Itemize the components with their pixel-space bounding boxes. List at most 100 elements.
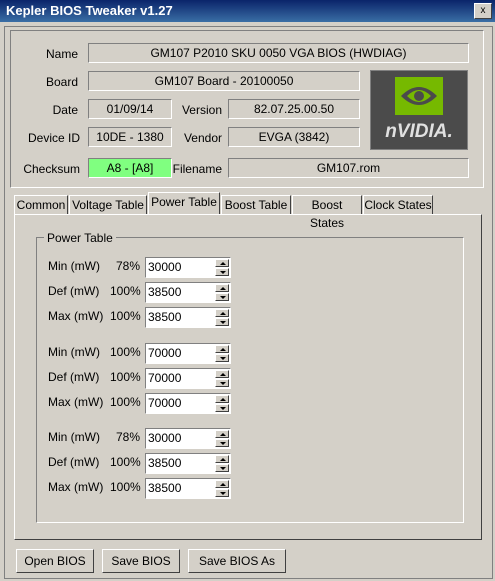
row-percent: 100% [110, 345, 141, 359]
power-value-input[interactable]: 70000 [148, 371, 181, 385]
row-label: Max (mW) [48, 480, 104, 494]
spin-down-icon[interactable] [215, 379, 229, 387]
row-label: Max (mW) [48, 309, 104, 323]
tab-boost-table[interactable]: Boost Table [221, 195, 291, 214]
spinner-buttons [215, 345, 229, 362]
power-value-input[interactable]: 70000 [148, 396, 181, 410]
row-percent: 100% [110, 395, 141, 409]
power-value-spinbox[interactable]: 38500 [145, 307, 231, 328]
power-value-spinbox[interactable]: 38500 [145, 478, 231, 499]
row-label: Min (mW) [48, 345, 100, 359]
board-field: GM107 Board - 20100050 [88, 71, 360, 91]
spinner-buttons [215, 284, 229, 301]
row-label: Def (mW) [48, 455, 100, 469]
power-value-input[interactable]: 38500 [148, 481, 181, 495]
spin-down-icon[interactable] [215, 268, 229, 276]
open-bios-button[interactable]: Open BIOS [16, 549, 94, 573]
spinner-buttons [215, 309, 229, 326]
spin-down-icon[interactable] [215, 439, 229, 447]
window-title: Kepler BIOS Tweaker v1.27 [6, 3, 173, 18]
spin-up-icon[interactable] [215, 480, 229, 488]
spinner-buttons [215, 455, 229, 472]
power-table-row: Max (mW) 100% 38500 [0, 478, 495, 499]
name-field: GM107 P2010 SKU 0050 VGA BIOS (HWDIAG) [88, 43, 469, 63]
power-value-spinbox[interactable]: 30000 [145, 428, 231, 449]
tab-clock-states[interactable]: Clock States [363, 195, 433, 214]
power-value-input[interactable]: 38500 [148, 456, 181, 470]
spin-down-icon[interactable] [215, 489, 229, 497]
version-field: 82.07.25.00.50 [228, 99, 360, 119]
spin-down-icon[interactable] [215, 293, 229, 301]
filename-label: Filename [172, 162, 222, 176]
spin-up-icon[interactable] [215, 259, 229, 267]
power-value-input[interactable]: 38500 [148, 310, 181, 324]
spin-down-icon[interactable] [215, 318, 229, 326]
checksum-label: Checksum [23, 162, 80, 176]
power-table-row: Def (mW) 100% 38500 [0, 453, 495, 474]
row-label: Def (mW) [48, 284, 100, 298]
version-label: Version [181, 103, 222, 117]
power-value-spinbox[interactable]: 70000 [145, 343, 231, 364]
power-table-row: Min (mW) 100% 70000 [0, 343, 495, 364]
power-table-group-label: Power Table [44, 231, 116, 245]
spin-down-icon[interactable] [215, 354, 229, 362]
power-table-row: Min (mW) 78% 30000 [0, 428, 495, 449]
nvidia-logo-text: nVIDIA. [385, 121, 453, 142]
power-value-spinbox[interactable]: 38500 [145, 453, 231, 474]
power-value-input[interactable]: 70000 [148, 346, 181, 360]
row-label: Min (mW) [48, 259, 100, 273]
power-table-row: Def (mW) 100% 38500 [0, 282, 495, 303]
row-label: Max (mW) [48, 395, 104, 409]
spin-up-icon[interactable] [215, 395, 229, 403]
row-percent: 78% [115, 430, 140, 444]
board-label: Board [45, 75, 78, 89]
device-id-label: Device ID [27, 131, 80, 145]
spin-up-icon[interactable] [215, 370, 229, 378]
spin-up-icon[interactable] [215, 430, 229, 438]
spin-up-icon[interactable] [215, 309, 229, 317]
vendor-field: EVGA (3842) [228, 127, 360, 147]
power-table-row: Max (mW) 100% 70000 [0, 393, 495, 414]
power-value-spinbox[interactable]: 30000 [145, 257, 231, 278]
tab-voltage-table[interactable]: Voltage Table [69, 195, 147, 214]
filename-field: GM107.rom [228, 158, 469, 178]
power-value-spinbox[interactable]: 70000 [145, 368, 231, 389]
close-button[interactable]: x [474, 3, 492, 19]
title-bar: Kepler BIOS Tweaker v1.27 x [0, 0, 495, 22]
power-table-row: Max (mW) 100% 38500 [0, 307, 495, 328]
vendor-label: Vendor [183, 131, 222, 145]
power-value-input[interactable]: 30000 [148, 431, 181, 445]
save-bios-as-button[interactable]: Save BIOS As [188, 549, 286, 573]
power-value-input[interactable]: 38500 [148, 285, 181, 299]
row-percent: 100% [110, 370, 141, 384]
tab-power-table[interactable]: Power Table [148, 192, 220, 214]
name-label: Name [45, 47, 78, 61]
tab-common[interactable]: Common [14, 195, 68, 214]
device-id-field: 10DE - 1380 [88, 127, 172, 147]
row-percent: 100% [110, 284, 141, 298]
checksum-field: A8 - [A8] [88, 158, 172, 178]
tab-boost-states[interactable]: Boost States [292, 195, 362, 230]
spin-up-icon[interactable] [215, 284, 229, 292]
spinner-buttons [215, 480, 229, 497]
date-label: Date [52, 103, 78, 117]
row-label: Min (mW) [48, 430, 100, 444]
row-percent: 100% [110, 309, 141, 323]
power-value-input[interactable]: 30000 [148, 260, 181, 274]
save-bios-button[interactable]: Save BIOS [102, 549, 180, 573]
row-label: Def (mW) [48, 370, 100, 384]
power-table-row: Min (mW) 78% 30000 [0, 257, 495, 278]
date-field: 01/09/14 [88, 99, 172, 119]
spin-down-icon[interactable] [215, 404, 229, 412]
row-percent: 100% [110, 480, 141, 494]
spinner-buttons [215, 430, 229, 447]
power-value-spinbox[interactable]: 38500 [145, 282, 231, 303]
spinner-buttons [215, 370, 229, 387]
row-percent: 78% [115, 259, 140, 273]
power-table-row: Def (mW) 100% 70000 [0, 368, 495, 389]
spinner-buttons [215, 395, 229, 412]
spin-down-icon[interactable] [215, 464, 229, 472]
spin-up-icon[interactable] [215, 345, 229, 353]
spin-up-icon[interactable] [215, 455, 229, 463]
power-value-spinbox[interactable]: 70000 [145, 393, 231, 414]
